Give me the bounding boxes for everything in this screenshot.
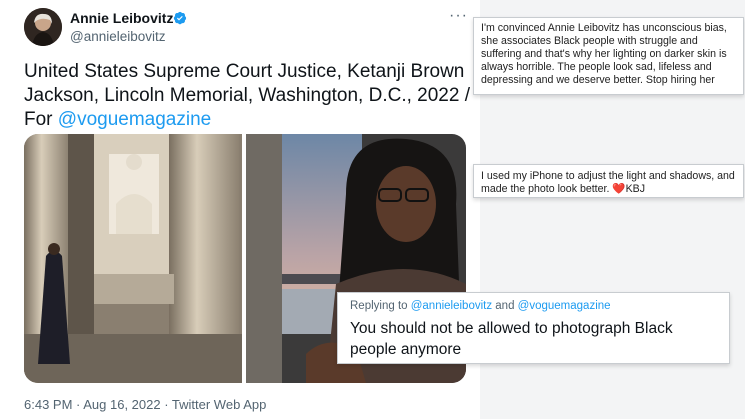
verified-badge-icon (173, 11, 187, 25)
comment-signature: KBJ (625, 183, 645, 195)
reply-card: Replying to @annieleibovitz and @voguema… (337, 292, 730, 364)
photo-lincoln-memorial[interactable] (24, 134, 242, 383)
comment-text: I'm convinced Annie Leibovitz has uncons… (481, 22, 727, 86)
comment-card-bias: I'm convinced Annie Leibovitz has uncons… (473, 17, 744, 95)
mention-link-annieleibovitz[interactable]: @annieleibovitz (411, 300, 492, 312)
mention-link-voguemagazine[interactable]: @voguemagazine (518, 300, 611, 312)
mention-link[interactable]: @voguemagazine (58, 109, 211, 130)
reply-text: You should not be allowed to photograph … (350, 320, 673, 358)
replying-to-and: and (492, 300, 518, 312)
comment-card-kbj: I used my iPhone to adjust the light and… (473, 164, 744, 198)
replying-to-label: Replying to (350, 300, 411, 312)
heart-icon: ❤️ (612, 183, 626, 195)
more-options-icon[interactable]: ··· (449, 7, 468, 25)
avatar[interactable] (24, 8, 62, 46)
author-handle[interactable]: @annieleibovitz (70, 29, 166, 44)
comment-text: I used my iPhone to adjust the light and… (481, 170, 735, 195)
tweet-timestamp[interactable]: 6:43 PM · Aug 16, 2022 · Twitter Web App (24, 397, 266, 412)
author-name[interactable]: Annie Leibovitz (70, 10, 173, 26)
tweet-text: United States Supreme Court Justice, Ket… (24, 60, 470, 132)
replying-to-line: Replying to @annieleibovitz and @voguema… (350, 300, 717, 312)
